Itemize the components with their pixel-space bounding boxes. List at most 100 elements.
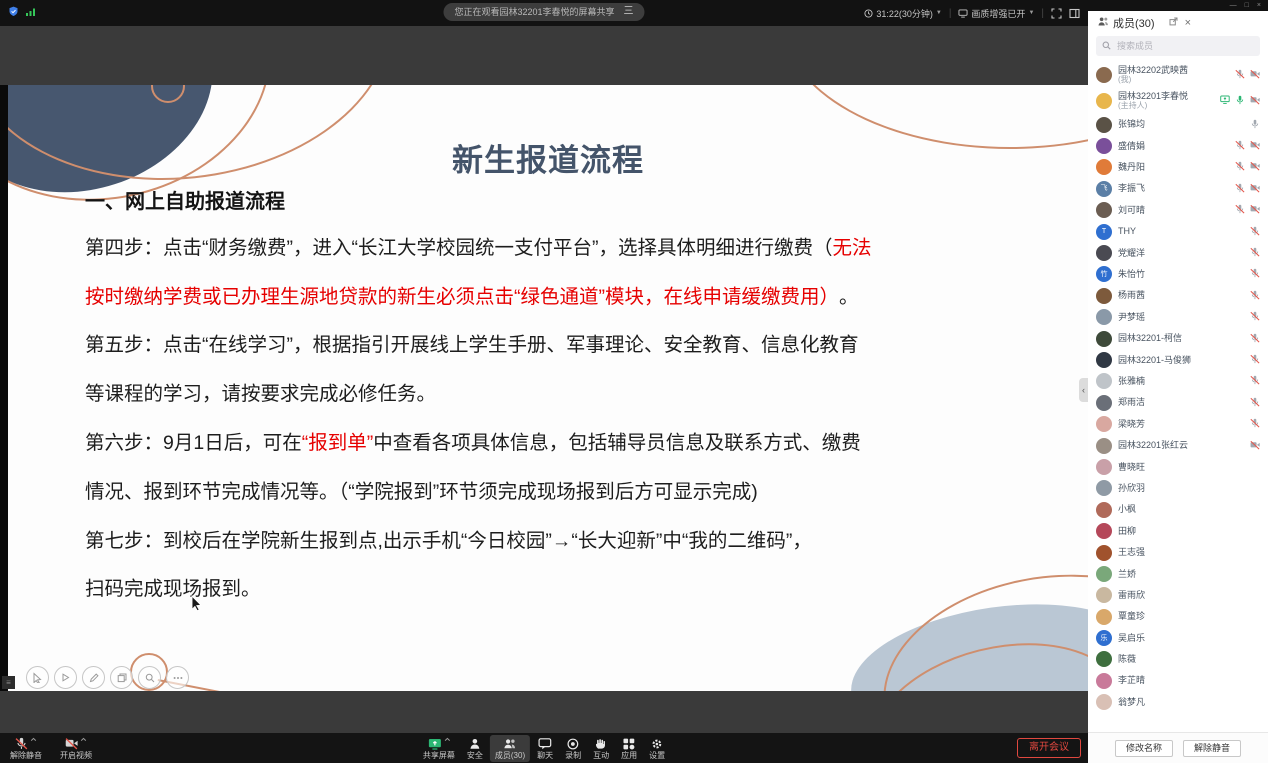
mouse-cursor: [191, 595, 203, 617]
avatar: [1096, 245, 1112, 261]
cam-off-icon: [1250, 137, 1260, 155]
participant-row[interactable]: 王志强: [1096, 542, 1260, 563]
participant-row[interactable]: 郑雨洁: [1096, 392, 1260, 413]
mic-muted-icon: [1250, 372, 1260, 390]
pointer-control[interactable]: [26, 666, 49, 689]
member-search-box[interactable]: [1096, 36, 1260, 56]
participant-row[interactable]: 魏丹阳: [1096, 157, 1260, 178]
participant-name: 园林32201张红云: [1118, 440, 1188, 451]
participant-row[interactable]: 兰娇: [1096, 563, 1260, 584]
toolbar-item-label: 录制: [565, 752, 581, 760]
leave-meeting-button[interactable]: 离开会议: [1017, 738, 1081, 758]
mic-muted-icon: [1250, 330, 1260, 348]
popout-icon[interactable]: [1169, 17, 1178, 29]
participant-row[interactable]: 杨雨茜: [1096, 285, 1260, 306]
participant-row[interactable]: 飞李振飞: [1096, 178, 1260, 199]
fullscreen-icon: [1051, 8, 1062, 19]
avatar: [1096, 416, 1112, 432]
participant-name: 园林32201-马俊狮: [1118, 355, 1191, 366]
close-panel-icon[interactable]: ×: [1185, 17, 1191, 29]
participant-row[interactable]: 小枫: [1096, 499, 1260, 520]
minimize-button[interactable]: —: [1230, 2, 1237, 9]
toolbar-item-label: 安全: [467, 752, 483, 760]
participant-name: 李振飞: [1118, 183, 1145, 194]
thumbnails-panel-icon[interactable]: ≡: [2, 676, 15, 689]
close-button[interactable]: ×: [1257, 2, 1261, 9]
cam-off-icon: [1250, 201, 1260, 219]
participant-row[interactable]: 园林32201李春悦(主持人): [1096, 88, 1260, 114]
participant-row[interactable]: 竹朱怡竹: [1096, 264, 1260, 285]
divider: |: [949, 8, 952, 19]
avatar: [1096, 609, 1112, 625]
participant-row[interactable]: 园林32201张红云: [1096, 435, 1260, 456]
toolbar-item-settings[interactable]: 设置: [644, 735, 670, 762]
toolbar-item-share-screen[interactable]: 共享屏幕: [418, 735, 460, 762]
participant-row[interactable]: 盛倩娟: [1096, 135, 1260, 156]
participant-row[interactable]: 翁梦凡: [1096, 692, 1260, 713]
participant-name: 兰娇: [1118, 569, 1136, 580]
avatar: T: [1096, 224, 1112, 240]
fullscreen-button[interactable]: [1051, 8, 1062, 19]
participant-row[interactable]: 张雅楠: [1096, 371, 1260, 392]
more-controls[interactable]: [166, 666, 189, 689]
participant-name: 园林32201-柯信: [1118, 333, 1182, 344]
participant-row[interactable]: 孙欣羽: [1096, 478, 1260, 499]
avatar: [1096, 117, 1112, 133]
start-video-button[interactable]: 开启视频: [55, 735, 97, 762]
toolbar-item-record[interactable]: 录制: [560, 735, 586, 762]
participant-row[interactable]: 李芷晴: [1096, 670, 1260, 691]
slide-title: 新生报道流程: [8, 135, 1088, 180]
participant-row[interactable]: 园林32201-柯信: [1096, 328, 1260, 349]
participant-row[interactable]: TTHY: [1096, 221, 1260, 242]
zoom-control[interactable]: [138, 666, 161, 689]
participant-row[interactable]: 陈薇: [1096, 649, 1260, 670]
toolbar-item-members[interactable]: 成员(30): [490, 735, 530, 762]
participant-name: 盛倩娟: [1118, 141, 1145, 152]
window-controls: — □ ×: [1088, 0, 1268, 11]
participant-row[interactable]: 刘可晴: [1096, 200, 1260, 221]
participant-row[interactable]: 乐吴启乐: [1096, 627, 1260, 648]
participant-row[interactable]: 园林32202武映茜(我): [1096, 62, 1260, 88]
participant-name: 曹晓旺: [1118, 462, 1145, 473]
rename-button[interactable]: 修改名称: [1115, 740, 1173, 757]
layout-icon: [1069, 8, 1080, 19]
quality-selector[interactable]: 画质增强已开▼: [958, 7, 1034, 20]
toolbar-item-label: 聊天: [537, 752, 553, 760]
play-control[interactable]: [54, 666, 77, 689]
participant-row[interactable]: 覃童珍: [1096, 606, 1260, 627]
divider: |: [1041, 8, 1044, 19]
sidebar-collapse-handle[interactable]: ‹: [1079, 378, 1088, 402]
avatar: [1096, 288, 1112, 304]
toolbar-item-apps[interactable]: 应用: [616, 735, 642, 762]
toolbar-item-chat[interactable]: 聊天: [532, 735, 558, 762]
maximize-button[interactable]: □: [1245, 2, 1249, 9]
participant-list: 园林32202武映茜(我)园林32201李春悦(主持人)张锦均盛倩娟魏丹阳飞李振…: [1088, 61, 1268, 732]
layout-toggle-button[interactable]: [1069, 8, 1080, 19]
toolbar-item-interact[interactable]: 互动: [588, 735, 614, 762]
participant-row[interactable]: 雷雨欣: [1096, 585, 1260, 606]
share-banner-menu-icon[interactable]: 三: [624, 7, 634, 17]
presentation-slide: 新生报道流程 一、网上自助报道流程 第四步：点击“财务缴费”，进入“长江大学校园…: [8, 85, 1088, 691]
search-input[interactable]: [1115, 40, 1254, 52]
participant-row[interactable]: 曹晓旺: [1096, 456, 1260, 477]
meeting-timer[interactable]: 31:22(30分钟)▼: [864, 7, 941, 20]
participant-row[interactable]: 园林32201-马俊狮: [1096, 349, 1260, 370]
cam-off-icon: [1250, 158, 1260, 176]
participant-row[interactable]: 田柳: [1096, 520, 1260, 541]
pages-control[interactable]: [110, 666, 133, 689]
mic-muted-icon: [1235, 201, 1245, 219]
share-banner[interactable]: 您正在观看园林32201李春悦的屏幕共享 三: [443, 3, 644, 21]
avatar: [1096, 694, 1112, 710]
participant-row[interactable]: 梁晓芳: [1096, 413, 1260, 434]
toolbar-item-security[interactable]: 安全: [462, 735, 488, 762]
participant-name: 田柳: [1118, 526, 1136, 537]
cam-off-icon: [1250, 437, 1260, 455]
participant-row[interactable]: 张锦均: [1096, 114, 1260, 135]
participant-row[interactable]: 党耀洋: [1096, 242, 1260, 263]
unmute-button[interactable]: 解除静音: [5, 735, 47, 762]
avatar: [1096, 673, 1112, 689]
participant-row[interactable]: 尹梦瑶: [1096, 307, 1260, 328]
pen-control[interactable]: [82, 666, 105, 689]
unmute-all-button[interactable]: 解除静音: [1183, 740, 1241, 757]
participant-name: 尹梦瑶: [1118, 312, 1145, 323]
